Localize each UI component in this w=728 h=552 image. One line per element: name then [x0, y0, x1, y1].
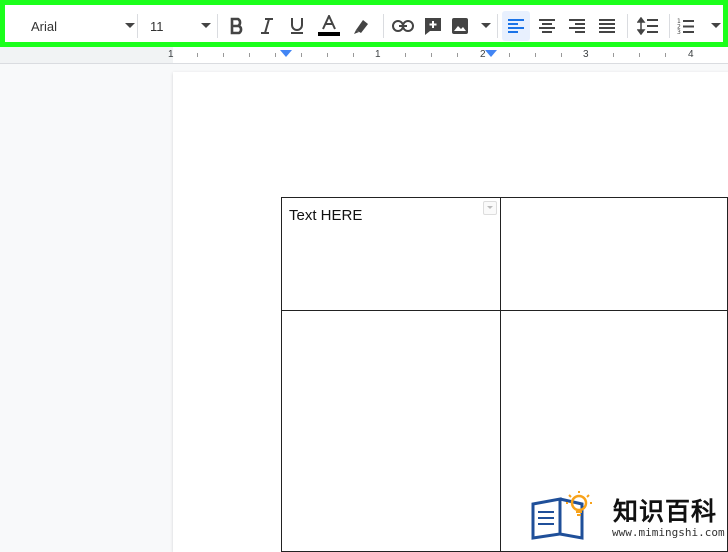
chevron-down-icon — [125, 23, 135, 28]
ruler-tick — [639, 53, 640, 57]
svg-text:3: 3 — [677, 29, 681, 35]
italic-icon — [261, 18, 273, 34]
numbered-list-dropdown[interactable]: 1 2 3 — [677, 11, 721, 41]
toolbar-divider — [383, 14, 384, 38]
text-color-icon — [318, 15, 340, 36]
italic-button[interactable] — [253, 11, 281, 41]
ruler-tick — [535, 53, 536, 57]
toolbar-divider — [497, 14, 498, 38]
align-left-button[interactable] — [502, 11, 530, 41]
align-right-icon — [569, 19, 585, 33]
toolbar-divider — [217, 14, 218, 38]
ruler-page-area — [173, 47, 728, 63]
ruler-tick — [197, 53, 198, 57]
font-size-value: 11 — [150, 18, 164, 34]
ruler-label: 3 — [583, 49, 589, 60]
ruler-tick — [327, 53, 328, 57]
watermark-title: 知识百科 — [613, 498, 718, 526]
ruler-tick — [249, 53, 250, 57]
horizontal-ruler[interactable]: 1 1 2 3 4 — [0, 47, 728, 64]
ruler-tick — [561, 53, 562, 57]
align-center-button[interactable] — [533, 11, 561, 41]
justify-button[interactable] — [593, 11, 621, 41]
justify-icon — [599, 19, 615, 33]
highlight-color-button[interactable] — [347, 11, 377, 41]
cell-text: Text HERE — [289, 207, 363, 224]
highlight-icon — [354, 20, 368, 34]
image-icon — [452, 18, 468, 34]
underline-icon — [291, 18, 303, 34]
align-right-button[interactable] — [563, 11, 591, 41]
font-family-dropdown[interactable]: Arial — [25, 11, 135, 41]
toolbar-divider — [627, 14, 628, 38]
cell-options-icon[interactable] — [483, 201, 498, 215]
ruler-label: 1 — [168, 49, 174, 60]
insert-link-button[interactable] — [389, 11, 417, 41]
table-cell[interactable]: Text HERE — [280, 197, 502, 311]
font-size-dropdown[interactable]: 11 — [145, 11, 211, 41]
comment-icon — [425, 18, 441, 35]
left-indent-marker[interactable] — [280, 50, 292, 57]
ruler-tick — [431, 53, 432, 57]
ruler-tick — [665, 53, 666, 57]
table-cell[interactable] — [500, 197, 728, 311]
bold-button[interactable] — [223, 11, 251, 41]
watermark-url: www.mimingshi.com — [612, 526, 725, 539]
font-family-value: Arial — [31, 18, 58, 34]
line-spacing-button[interactable] — [633, 11, 663, 41]
chevron-down-icon — [481, 23, 491, 28]
toolbar-divider — [669, 14, 670, 38]
book-lightbulb-logo-icon — [531, 491, 592, 540]
text-color-button[interactable] — [314, 11, 344, 41]
ruler-tick — [509, 53, 510, 57]
chevron-down-icon — [711, 23, 721, 28]
formatting-toolbar: Arial 11 1 2 3 — [0, 0, 728, 47]
bold-icon — [230, 17, 243, 35]
insert-comment-button[interactable] — [419, 11, 447, 41]
ruler-tick — [405, 53, 406, 57]
ruler-label: 1 — [375, 49, 381, 60]
chevron-down-icon — [201, 23, 211, 28]
numbered-list-icon: 1 2 3 — [677, 18, 694, 35]
align-center-icon — [539, 19, 555, 33]
link-icon — [392, 20, 414, 32]
ruler-tick — [275, 53, 276, 57]
right-indent-marker[interactable] — [485, 50, 497, 57]
underline-button[interactable] — [283, 11, 311, 41]
align-left-icon — [508, 19, 524, 33]
table-cell[interactable] — [280, 310, 502, 552]
ruler-tick — [457, 53, 458, 57]
watermark: 知识百科 www.mimingshi.com — [530, 488, 728, 545]
ruler-label: 4 — [688, 49, 694, 60]
toolbar-divider — [137, 14, 138, 38]
ruler-tick — [613, 53, 614, 57]
ruler-tick — [301, 53, 302, 57]
insert-image-dropdown[interactable] — [451, 11, 491, 41]
line-spacing-icon — [637, 17, 658, 35]
ruler-tick — [223, 53, 224, 57]
ruler-tick — [353, 53, 354, 57]
